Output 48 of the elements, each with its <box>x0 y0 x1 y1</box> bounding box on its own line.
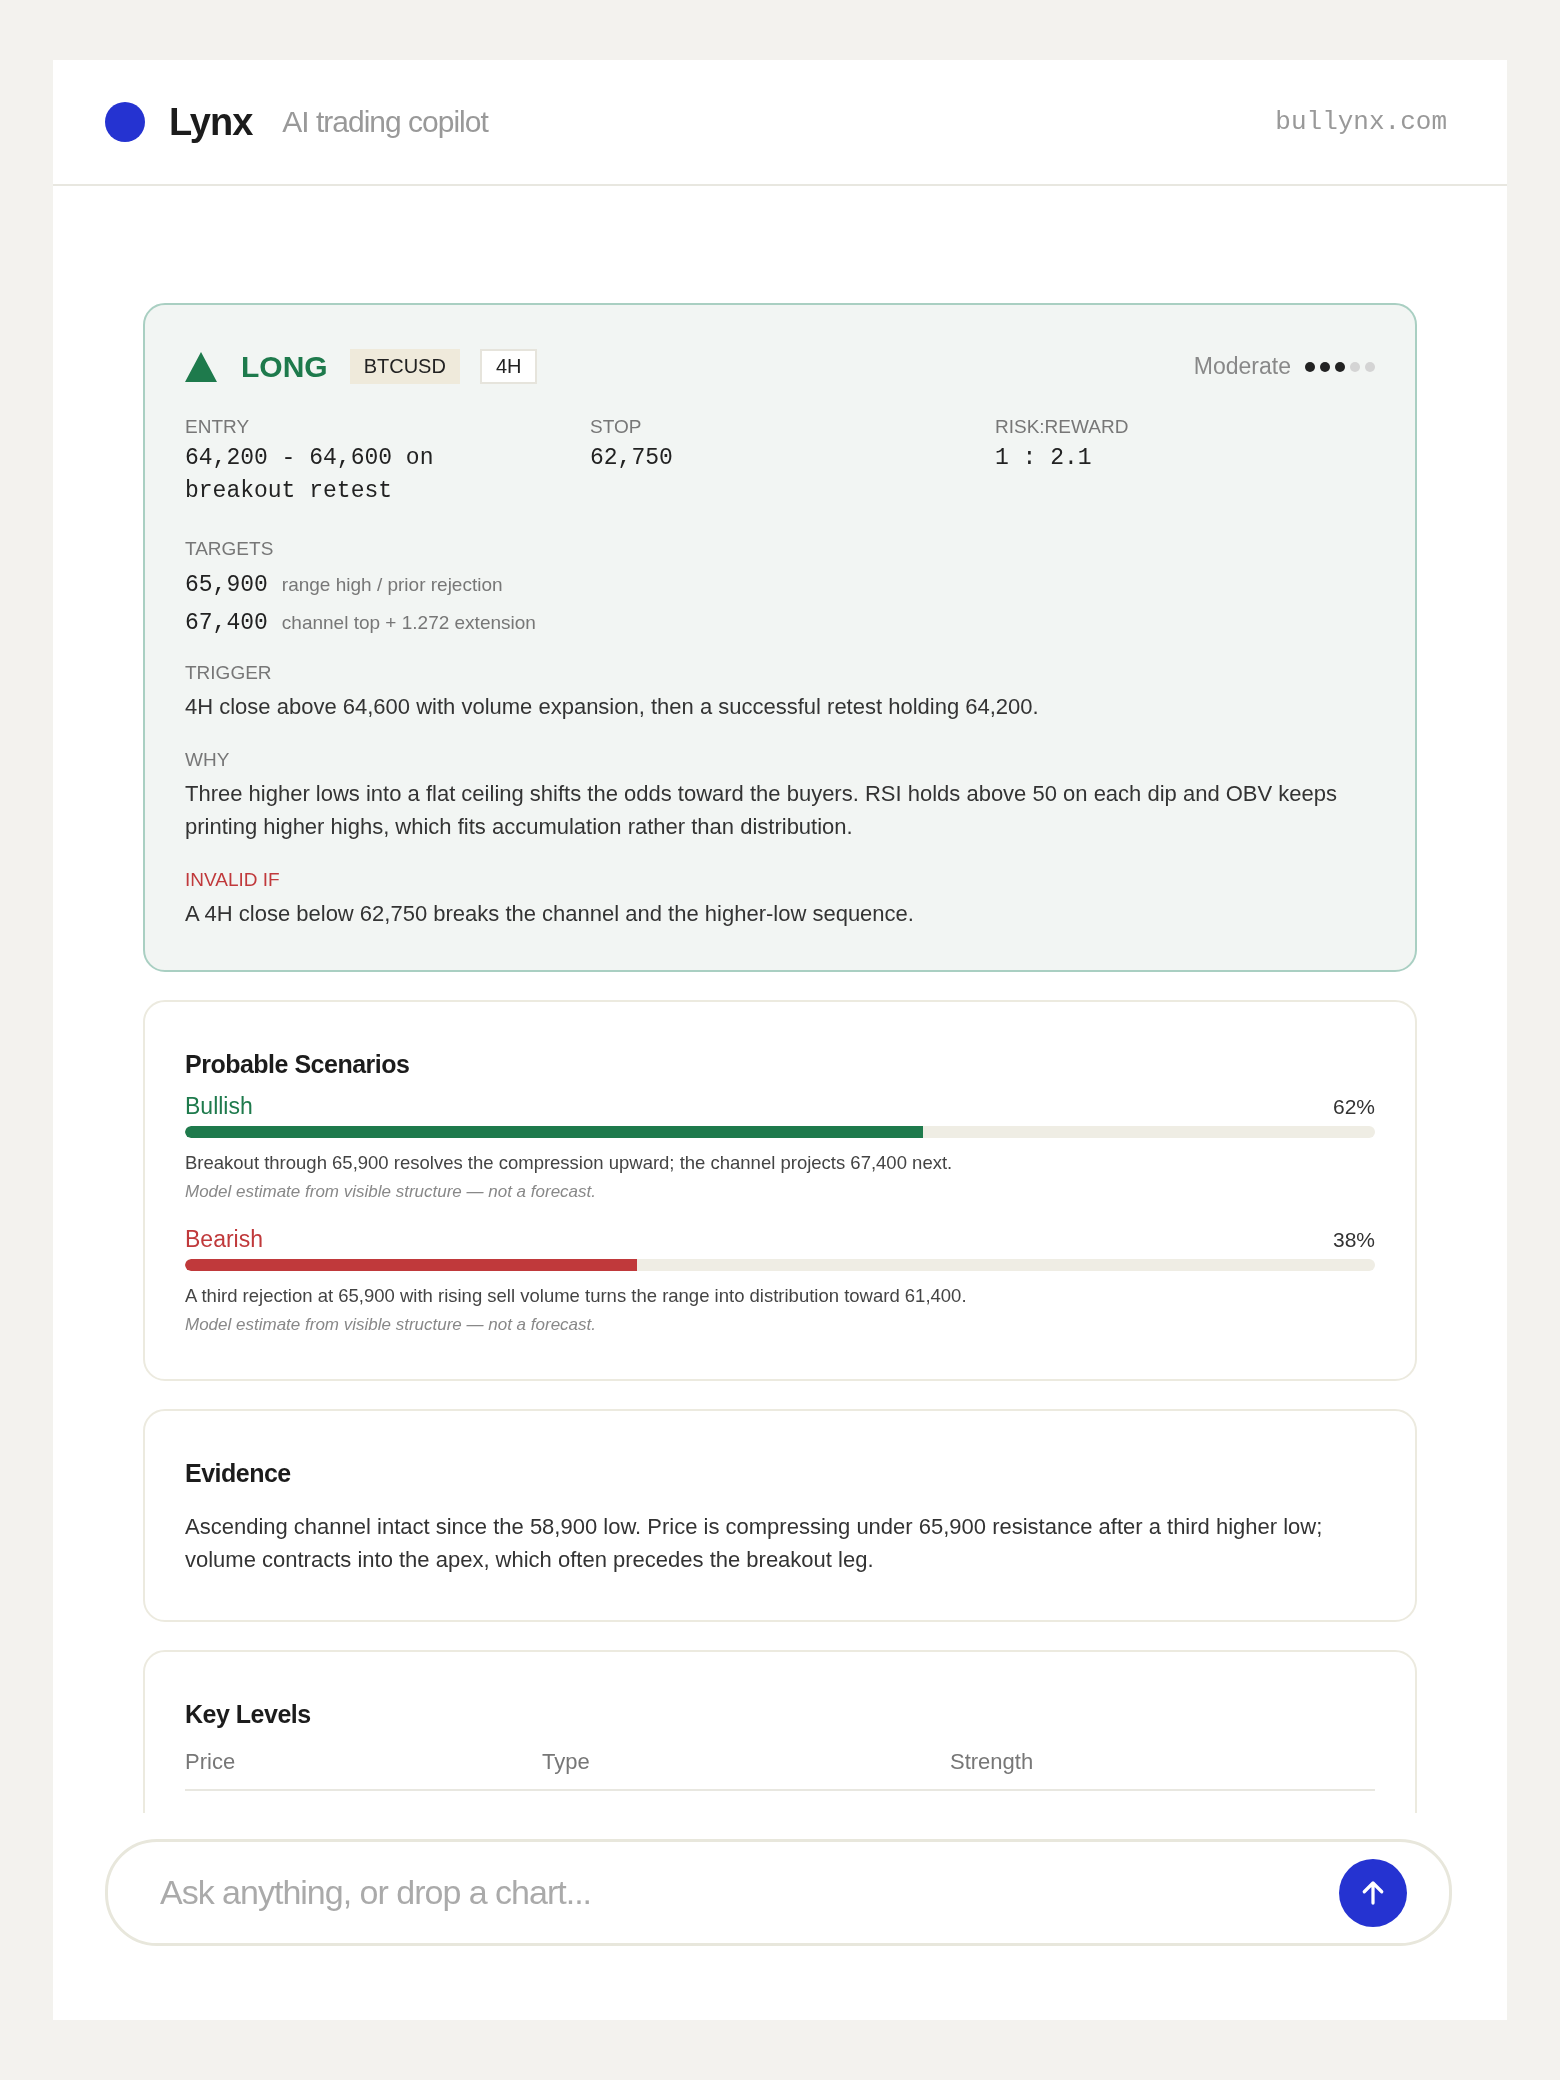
scenario-note: Model estimate from visible structure — not a forecast. <box>185 1315 597 1335</box>
card-title: Key Levels <box>185 1700 312 1729</box>
scenario-percent: 62% <box>1332 1094 1375 1119</box>
metric-value: 64,200 - 64,600 on breakout retest <box>185 444 435 506</box>
timeframe-tag: 4H <box>479 349 538 384</box>
domain-link[interactable]: bullynx.com <box>1275 107 1447 137</box>
card-title: Evidence <box>185 1459 292 1488</box>
scenario-name: Bullish <box>185 1093 253 1120</box>
confidence-dot <box>1320 361 1330 372</box>
confidence-dot <box>1335 361 1345 372</box>
confidence-dot <box>1365 361 1375 372</box>
column-header: Price <box>185 1749 237 1775</box>
scenario-text: A third rejection at 65,900 with rising sell volume turns the range into distribution toward 61,400. <box>185 1285 968 1307</box>
logo-icon <box>105 102 145 142</box>
confidence-dot <box>1350 361 1360 372</box>
tagline: AI trading copilot <box>282 105 488 139</box>
scenario-percent: 38% <box>1332 1227 1375 1252</box>
metric-label: ENTRY <box>185 416 251 438</box>
section-label: WHY <box>185 749 231 771</box>
direction-label: LONG <box>241 349 328 384</box>
direction-icon <box>185 351 217 382</box>
column-header: Type <box>542 1749 591 1775</box>
scenario-text: Breakout through 65,900 resolves the compression upward; the channel projects 67,400 next. <box>185 1152 954 1174</box>
metric-label: RISK:REWARD <box>995 416 1130 438</box>
section-text: A 4H close below 62,750 breaks the channel and the higher-low sequence. <box>185 900 915 928</box>
target-note: range high / prior rejection <box>281 574 503 596</box>
section-label: TRIGGER <box>185 662 273 684</box>
metric-value: 62,750 <box>590 444 674 473</box>
symbol-tag: BTCUSD <box>349 349 460 384</box>
scenario-name: Bearish <box>185 1226 263 1253</box>
evidence-text: Ascending channel intact since the 58,900 low. Price is compressing under 65,900 resistance after a third higher low; volume contracts into the apex, which often precedes the breakout leg. <box>185 1513 1324 1574</box>
target-price: 65,900 <box>185 572 268 598</box>
card-title: Probable Scenarios <box>185 1050 411 1079</box>
scenario-note: Model estimate from visible structure — not a forecast. <box>185 1182 597 1202</box>
target-note: channel top + 1.272 extension <box>281 612 536 634</box>
brand-name: Lynx <box>169 100 253 144</box>
metric-label: STOP <box>590 416 643 438</box>
message-field[interactable]: Ask anything, or drop a chart... <box>105 1839 1452 1946</box>
confidence-label: Moderate <box>1193 353 1291 380</box>
message-input[interactable]: Ask anything, or drop a chart... <box>158 1872 1339 1913</box>
confidence-dot <box>1305 361 1315 372</box>
section-text: Three higher lows into a flat ceiling shifts the odds toward the buyers. RSI holds above 50 on each dip and OBV keeps printing higher highs, which fits accumulation rather than distribution. <box>185 780 1338 841</box>
target-price: 67,400 <box>185 610 268 636</box>
metric-value: 1 : 2.1 <box>995 444 1093 473</box>
section-text: 4H close above 64,600 with volume expansion, then a successful retest holding 64,200. <box>185 693 1040 721</box>
targets-label: TARGETS <box>185 538 275 560</box>
column-header: Strength <box>950 1749 1035 1775</box>
section-label: INVALID IF <box>185 869 281 891</box>
